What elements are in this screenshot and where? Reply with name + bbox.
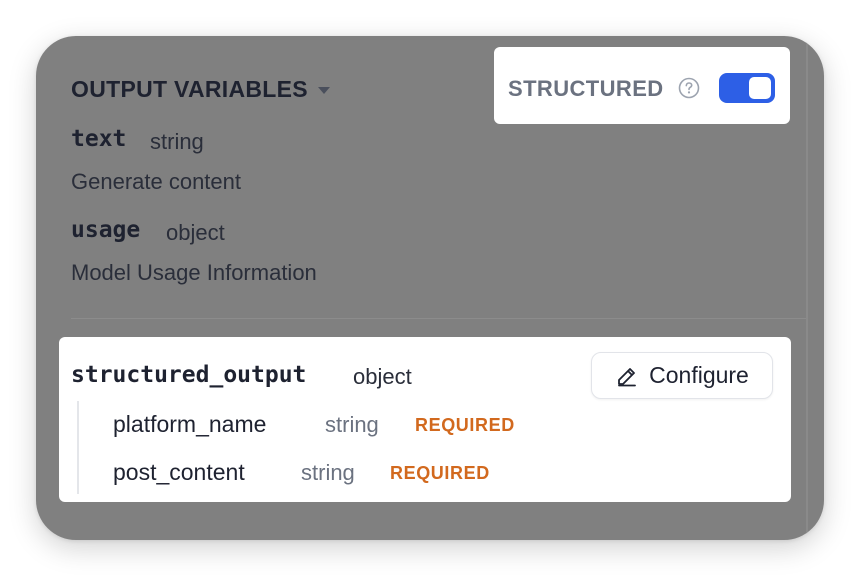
- output-variables-header[interactable]: OUTPUT VARIABLES: [71, 76, 330, 103]
- toggle-knob: [749, 77, 771, 99]
- caret-down-icon[interactable]: [317, 87, 330, 94]
- structured-toggle-box: STRUCTURED: [494, 47, 790, 124]
- section-title: OUTPUT VARIABLES: [71, 76, 308, 102]
- field-type-platform-name: string: [325, 412, 379, 437]
- field-name-platform-name: platform_name: [113, 411, 267, 437]
- variable-type-usage: object: [166, 220, 225, 245]
- structured-output-box: structured_output object Configure platf…: [59, 337, 791, 502]
- variable-description-text: Generate content: [71, 169, 242, 194]
- required-badge: REQUIRED: [415, 415, 515, 435]
- structured-toggle[interactable]: [719, 73, 775, 103]
- variable-name-usage: usage: [71, 217, 141, 243]
- variable-name-text: text: [71, 126, 127, 152]
- help-icon[interactable]: [678, 77, 700, 99]
- variable-description-usage: Model Usage Information: [71, 260, 317, 285]
- field-name-post-content: post_content: [113, 459, 245, 485]
- structured-output-type: object: [353, 364, 412, 389]
- structured-label: STRUCTURED: [508, 76, 664, 101]
- tree-line: [77, 401, 79, 494]
- configure-label: Configure: [649, 362, 749, 388]
- configure-button[interactable]: Configure: [591, 352, 773, 399]
- required-badge: REQUIRED: [390, 463, 490, 483]
- variable-type-text: string: [150, 129, 204, 154]
- field-type-post-content: string: [301, 460, 355, 485]
- section-divider: [71, 318, 806, 319]
- edit-pencil-icon: [618, 367, 637, 386]
- panel-edge-divider: [806, 36, 808, 540]
- structured-output-name: structured_output: [71, 362, 307, 388]
